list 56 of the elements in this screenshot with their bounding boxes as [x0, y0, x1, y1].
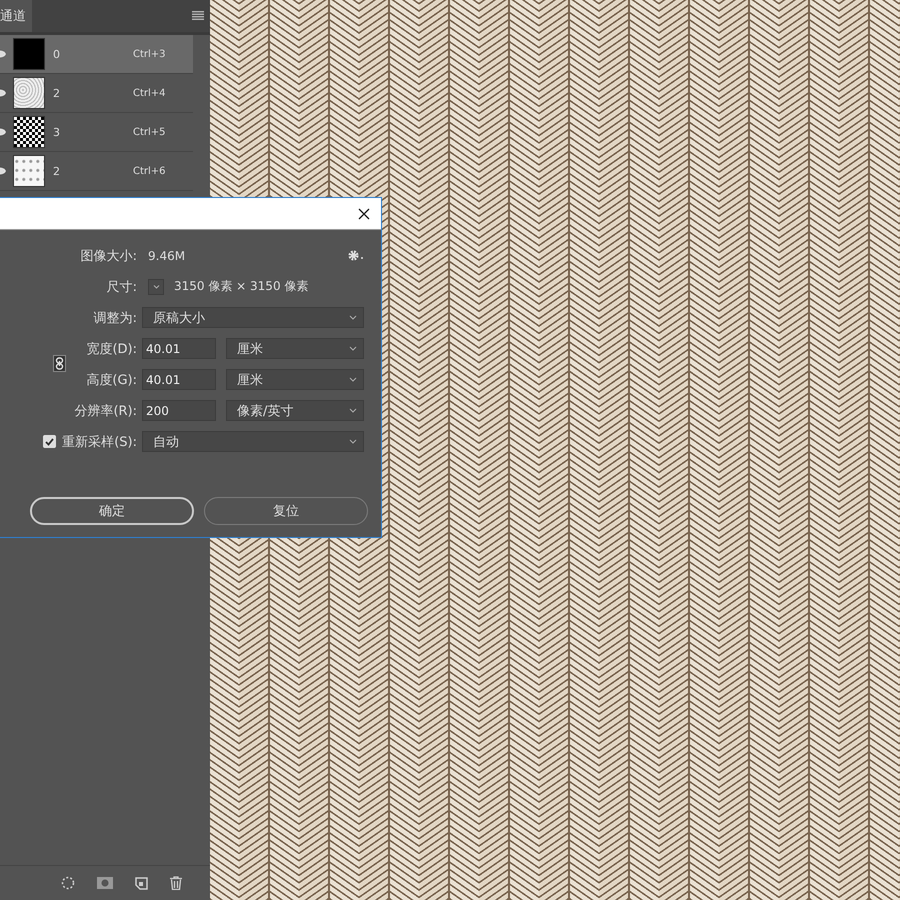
- channel-name: 0: [53, 48, 61, 60]
- channels-tab[interactable]: 通道: [0, 0, 32, 32]
- resample-checkbox[interactable]: [43, 435, 56, 448]
- height-field[interactable]: 40.01: [142, 369, 216, 390]
- close-icon[interactable]: [358, 208, 370, 220]
- channel-shortcut: Ctrl+4: [133, 88, 166, 98]
- new-channel-icon[interactable]: [135, 876, 148, 890]
- fit-to-label: 调整为:: [94, 310, 137, 326]
- channel-row[interactable]: 3 Ctrl+5: [0, 113, 193, 152]
- width-label: 宽度(D):: [86, 340, 137, 358]
- caret-icon: [152, 284, 160, 288]
- dimensions-menu-button[interactable]: [148, 278, 164, 294]
- resolution-field[interactable]: 200: [142, 400, 216, 421]
- resolution-label: 分辨率(R):: [74, 402, 137, 420]
- height-label: 高度(G):: [86, 372, 137, 388]
- dimensions-label: 尺寸:: [106, 278, 137, 296]
- channel-shortcut: Ctrl+6: [133, 166, 166, 176]
- caret-icon: [349, 408, 357, 413]
- mask-icon[interactable]: [97, 877, 113, 889]
- width-field[interactable]: 40.01: [142, 338, 216, 359]
- reset-button[interactable]: 复位: [204, 497, 368, 525]
- channel-thumbnail: [13, 77, 45, 109]
- image-size-label: 图像大小:: [80, 248, 137, 264]
- channel-row[interactable]: 0 Ctrl+3: [0, 35, 193, 74]
- ok-button[interactable]: 确定: [30, 497, 194, 525]
- link-icon[interactable]: [53, 355, 66, 372]
- channel-row[interactable]: 2 Ctrl+6: [0, 152, 193, 191]
- eye-icon[interactable]: [0, 50, 6, 58]
- caret-icon: [349, 377, 357, 382]
- channel-shortcut: Ctrl+3: [133, 48, 166, 60]
- channel-thumbnail: [13, 38, 45, 70]
- resample-label: 重新采样(S):: [62, 434, 137, 450]
- image-size-value: 9.46M: [148, 248, 186, 262]
- selection-icon[interactable]: [61, 876, 75, 890]
- caret-icon: [349, 439, 357, 444]
- caret-icon: [349, 346, 357, 351]
- height-unit-dropdown[interactable]: 厘米: [226, 369, 364, 390]
- resample-dropdown[interactable]: 自动: [142, 431, 364, 452]
- channel-row[interactable]: 2 Ctrl+4: [0, 74, 193, 113]
- eye-icon[interactable]: [0, 89, 6, 97]
- gear-icon[interactable]: [348, 250, 365, 261]
- fit-to-dropdown[interactable]: 原稿大小: [142, 307, 364, 328]
- channel-name: 2: [53, 86, 61, 100]
- panel-menu-icon[interactable]: [192, 11, 204, 20]
- channel-thumbnail: [13, 116, 45, 148]
- eye-icon[interactable]: [0, 128, 6, 136]
- eye-icon[interactable]: [0, 167, 6, 175]
- channel-name: 3: [53, 126, 61, 138]
- caret-icon: [349, 315, 357, 320]
- resolution-unit-dropdown[interactable]: 像素/英寸: [226, 400, 364, 421]
- trash-icon[interactable]: [170, 876, 182, 890]
- channel-thumbnail: [13, 155, 45, 187]
- channel-name: 2: [53, 164, 61, 178]
- channel-shortcut: Ctrl+5: [133, 126, 166, 138]
- dimensions-value: 3150 像素 × 3150 像素: [174, 278, 308, 295]
- width-unit-dropdown[interactable]: 厘米: [226, 338, 364, 359]
